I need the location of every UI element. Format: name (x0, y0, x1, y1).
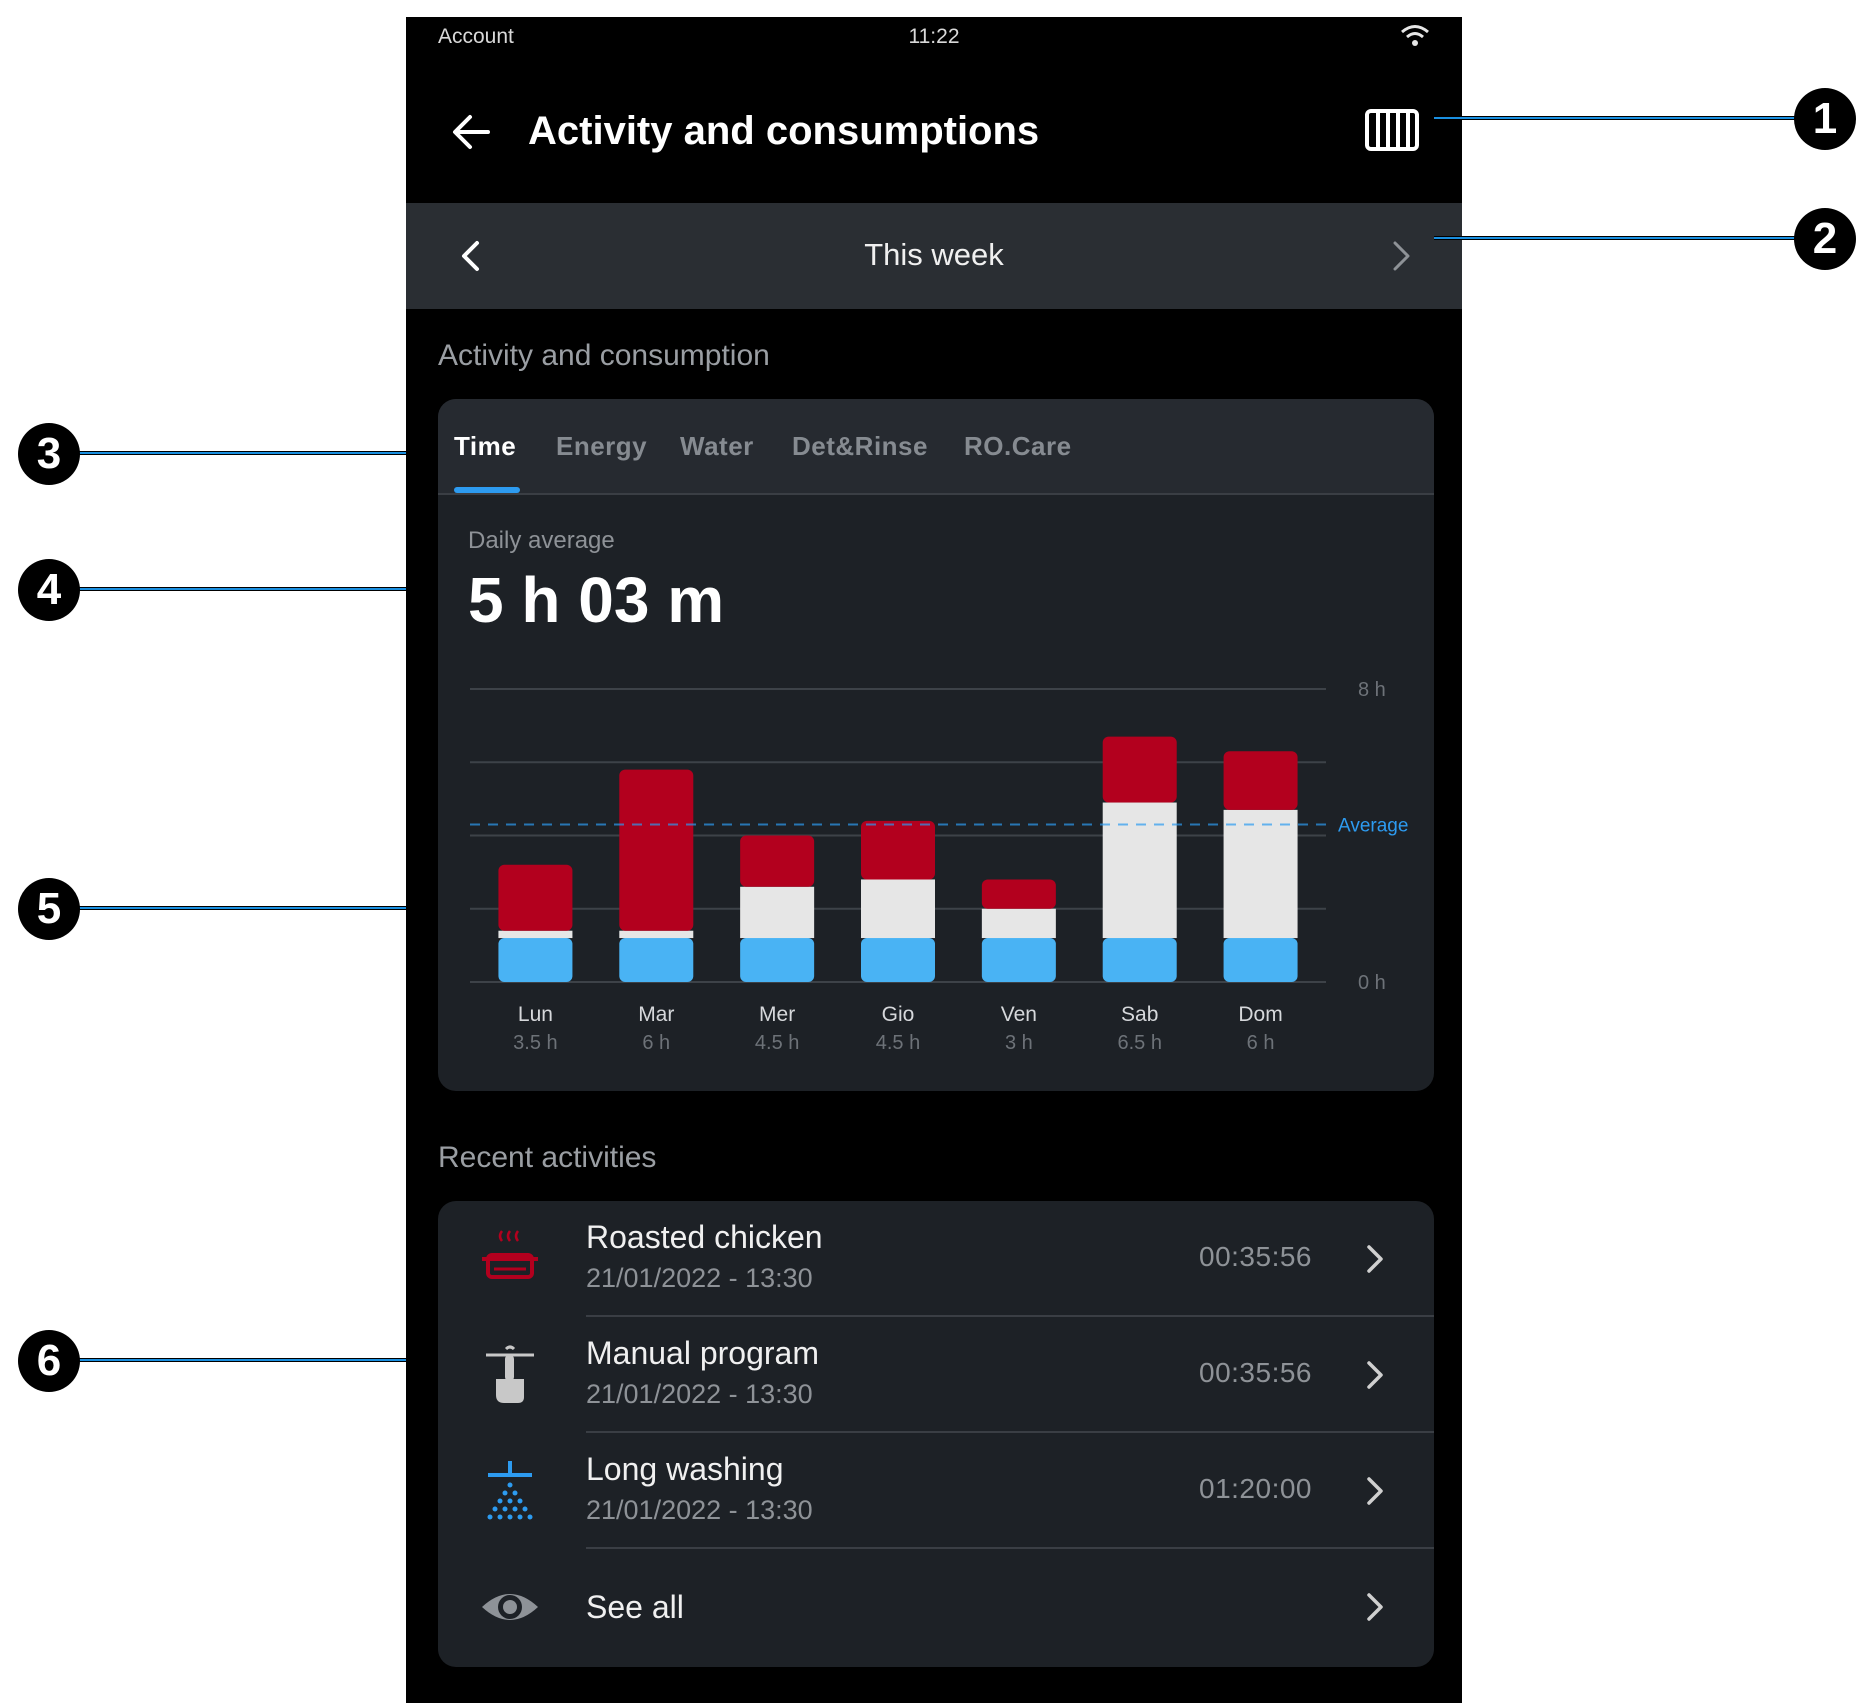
callout-line-5 (40, 906, 406, 910)
bar-segment (498, 864, 573, 931)
callout-line-2 (1434, 236, 1834, 240)
x-tick-label: Sab (1121, 1003, 1158, 1026)
activity-date: 21/01/2022 - 13:30 (586, 1379, 813, 1409)
callout-line-3 (40, 451, 406, 455)
bar-segment (619, 930, 694, 939)
app-bar: Activity and consumptions (406, 59, 1462, 203)
tab-bar: Time Energy Water Det&Rinse RO.Care (438, 399, 1434, 495)
status-bar: Account 11:22 (406, 17, 1462, 59)
shower-icon (487, 1461, 533, 1520)
tab-time[interactable]: Time (454, 431, 516, 462)
x-tick-label: Ven (1001, 1003, 1037, 1026)
activity-duration: 00:35:56 (1199, 1241, 1312, 1272)
bar-value-label: 3.5 h (513, 1032, 557, 1049)
bar-segment (1223, 809, 1298, 939)
x-tick-label: Mar (638, 1003, 674, 1026)
x-tick-label: Gio (882, 1003, 915, 1026)
callout-3: 3 (18, 423, 80, 485)
y-tick-label: 0 h (1358, 972, 1386, 994)
bar-segment (861, 938, 935, 982)
bar-segment (740, 886, 815, 939)
bar-value-label: 3 h (1005, 1032, 1033, 1049)
callout-line-6 (40, 1358, 406, 1362)
callout-6: 6 (18, 1330, 80, 1392)
chevron-right-icon (1367, 1477, 1383, 1505)
y-tick-label: 8 h (1358, 679, 1386, 701)
average-label: Average (1338, 816, 1408, 837)
callout-1: 1 (1794, 88, 1856, 150)
activity-date: 21/01/2022 - 13:30 (586, 1263, 813, 1293)
bar-value-label: 4.5 h (755, 1032, 799, 1049)
activity-title: Manual program (586, 1335, 819, 1371)
bar-segment (861, 879, 935, 939)
tab-ro-care[interactable]: RO.Care (964, 431, 1072, 462)
bar-segment (861, 820, 935, 880)
bar-segment (981, 879, 1056, 909)
callout-line-4 (40, 587, 406, 591)
activity-title: Long washing (586, 1451, 784, 1487)
roasting-pot-icon (482, 1230, 538, 1279)
hand-touch-icon (486, 1345, 534, 1403)
tab-energy[interactable]: Energy (556, 431, 647, 462)
time-bar-chart: 8 h 0 h Lun 3.5 h Mar 6 h Mer 4.5 h Gio 4.5 h Ven 3… (470, 679, 1408, 1049)
activity-section-title: Activity and consumption (438, 339, 770, 372)
see-all-row[interactable]: See all (438, 1549, 1434, 1665)
period-selector: This week (406, 203, 1462, 309)
bar-segment (1102, 802, 1177, 939)
callout-line-1 (1434, 116, 1834, 120)
recent-activities-card: Roasted chicken 21/01/2022 - 13:30 00:35… (438, 1201, 1434, 1667)
page-title: Activity and consumptions (528, 109, 1040, 153)
status-time: 11:22 (908, 25, 960, 48)
bar-segment (981, 908, 1056, 939)
eye-icon (482, 1594, 538, 1620)
bar-segment (740, 938, 815, 982)
chevron-right-icon (1367, 1245, 1383, 1273)
wifi-icon (1401, 25, 1429, 46)
bar-segment (1223, 938, 1298, 982)
daily-average-label: Daily average (468, 527, 615, 554)
bar-segment (740, 835, 815, 887)
period-label: This week (864, 237, 1004, 272)
bar-value-label: 4.5 h (876, 1032, 920, 1049)
x-tick-label: Dom (1238, 1003, 1282, 1026)
activity-title: Roasted chicken (586, 1219, 823, 1255)
bar-segment (1223, 751, 1298, 810)
activity-row-manual-program[interactable]: Manual program 21/01/2022 - 13:30 00:35:… (438, 1317, 1434, 1433)
bar-segment (1102, 938, 1177, 982)
active-tab-indicator (454, 487, 520, 493)
bar-value-label: 6 h (1247, 1032, 1275, 1049)
activity-duration: 00:35:56 (1199, 1357, 1312, 1388)
bar-segment (498, 930, 573, 939)
callout-5: 5 (18, 878, 80, 940)
bar-segment (981, 938, 1056, 982)
bar-segment (619, 769, 694, 931)
bar-segment (1102, 736, 1177, 803)
tab-water[interactable]: Water (680, 431, 754, 462)
chevron-right-icon[interactable] (1384, 239, 1418, 273)
back-arrow-icon[interactable] (450, 111, 492, 153)
chevron-right-icon (1367, 1593, 1383, 1621)
x-tick-label: Mer (759, 1003, 795, 1026)
activity-row-long-washing[interactable]: Long washing 21/01/2022 - 13:30 01:20:00 (438, 1433, 1434, 1549)
bar-value-label: 6.5 h (1117, 1032, 1161, 1049)
x-tick-label: Lun (518, 1003, 553, 1026)
callout-2: 2 (1794, 208, 1856, 270)
phone-screen: Account 11:22 Activity and consumptions … (406, 17, 1462, 1703)
activity-card: Time Energy Water Det&Rinse RO.Care Dail… (438, 399, 1434, 1091)
see-all-label: See all (586, 1589, 684, 1625)
activity-date: 21/01/2022 - 13:30 (586, 1495, 813, 1525)
daily-average-value: 5 h 03 m (468, 564, 725, 636)
recent-section-title: Recent activities (438, 1141, 657, 1174)
bar-segment (619, 938, 694, 982)
callout-4: 4 (18, 559, 80, 621)
activity-row-roasted-chicken[interactable]: Roasted chicken 21/01/2022 - 13:30 00:35… (438, 1201, 1434, 1317)
tab-det-rinse[interactable]: Det&Rinse (792, 431, 928, 462)
columns-icon[interactable] (1364, 105, 1420, 155)
activity-duration: 01:20:00 (1199, 1473, 1312, 1504)
chevron-right-icon (1367, 1361, 1383, 1389)
bar-value-label: 6 h (642, 1032, 670, 1049)
bar-segment (498, 938, 573, 982)
